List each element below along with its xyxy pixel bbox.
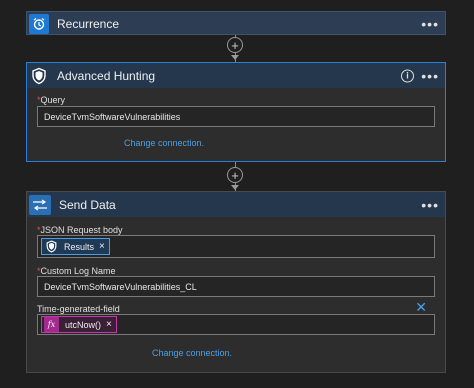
advanced-hunting-title: Advanced Hunting (57, 68, 156, 83)
shield-icon (44, 240, 58, 254)
send-data-menu-icon[interactable]: ••• (421, 198, 439, 212)
shield-icon (29, 66, 49, 86)
query-value: DeviceTvmSoftwareVulnerabilities (44, 111, 181, 122)
custom-log-label: *Custom Log Name (37, 266, 116, 276)
insert-step-button[interactable]: + (227, 37, 243, 53)
advanced-hunting-card[interactable]: Advanced Hunting i ••• *Query DeviceTvmS… (26, 62, 446, 162)
change-connection-link[interactable]: Change connection. (124, 138, 204, 148)
query-label: *Query (37, 95, 66, 105)
remove-token-icon[interactable]: × (106, 319, 112, 330)
advanced-hunting-menu-icon[interactable]: ••• (421, 69, 439, 83)
json-body-field[interactable]: Results × (37, 235, 435, 258)
recurrence-title: Recurrence (57, 17, 120, 31)
send-data-header[interactable]: Send Data ••• (27, 192, 445, 217)
query-field[interactable]: DeviceTvmSoftwareVulnerabilities (37, 106, 435, 127)
time-generated-label: Time-generated-field (37, 304, 120, 314)
send-data-title: Send Data (59, 197, 116, 212)
info-icon[interactable]: i (401, 69, 414, 82)
json-body-label: *JSON Request body (37, 225, 123, 235)
results-token[interactable]: Results × (41, 238, 110, 255)
advanced-hunting-header[interactable]: Advanced Hunting i ••• (27, 63, 445, 88)
recurrence-header[interactable]: Recurrence ••• (27, 12, 445, 36)
time-generated-field[interactable]: fx utcNow() × (37, 314, 435, 335)
recurrence-menu-icon[interactable]: ••• (421, 17, 439, 31)
custom-log-value: DeviceTvmSoftwareVulnerabilities_CL (44, 281, 197, 292)
change-connection-link[interactable]: Change connection. (152, 348, 232, 358)
remove-token-icon[interactable]: × (99, 241, 105, 252)
recurrence-card[interactable]: Recurrence ••• (26, 11, 446, 35)
utcnow-token[interactable]: fx utcNow() × (41, 316, 117, 333)
results-token-label: Results (64, 241, 95, 252)
alarm-clock-icon (29, 14, 49, 34)
utcnow-token-label: utcNow() (65, 319, 102, 330)
insert-step-button[interactable]: + (227, 167, 243, 183)
arrows-icon (29, 194, 51, 215)
fx-icon: fx (44, 317, 59, 332)
down-arrow-icon (231, 55, 239, 60)
custom-log-field[interactable]: DeviceTvmSoftwareVulnerabilities_CL (37, 276, 435, 297)
down-arrow-icon (231, 185, 239, 190)
send-data-card[interactable]: Send Data ••• *JSON Request body Results… (26, 191, 446, 373)
